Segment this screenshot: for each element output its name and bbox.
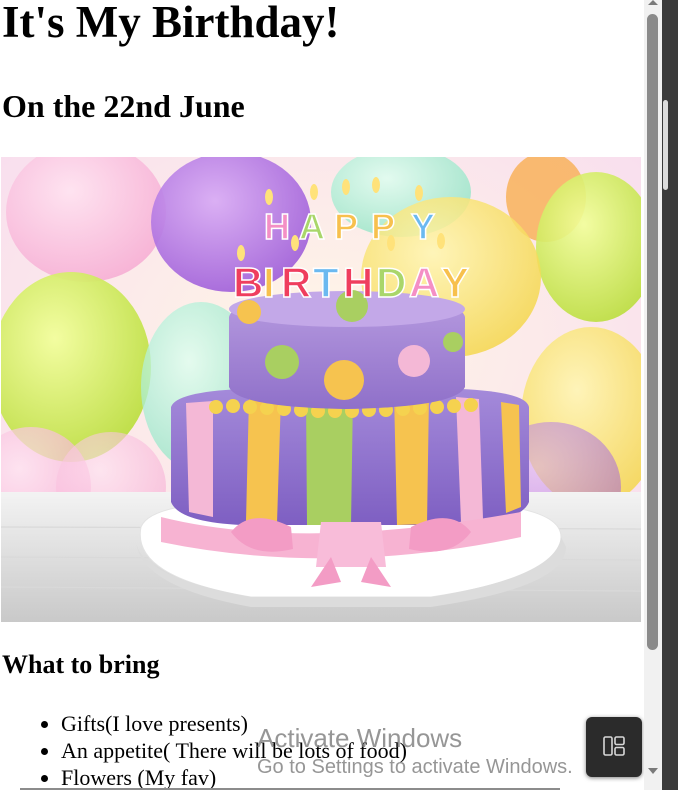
svg-text:H: H <box>343 259 373 306</box>
layout-panel-icon <box>603 736 625 756</box>
svg-text:T: T <box>313 259 339 306</box>
scroll-up-arrow-icon[interactable] <box>648 0 658 5</box>
svg-text:P: P <box>334 206 358 247</box>
bring-heading: What to bring <box>2 650 160 679</box>
svg-text:Y: Y <box>411 206 435 247</box>
svg-text:B: B <box>233 259 263 306</box>
list-item: Gifts(I love presents) <box>61 710 407 737</box>
list-item: Flowers (My fav) <box>61 764 407 790</box>
svg-text:R: R <box>281 259 311 306</box>
vertical-scrollbar[interactable] <box>644 0 662 790</box>
resize-handle[interactable] <box>663 100 668 190</box>
list-item: An appetite( There will be lots of food) <box>61 737 407 764</box>
scroll-down-arrow-icon[interactable] <box>648 768 658 774</box>
page-title: It's My Birthday! <box>2 0 340 47</box>
svg-text:Y: Y <box>441 259 469 306</box>
window-edge <box>662 0 678 790</box>
birthday-cake-photo: H A P P Y B I R T H D A Y <box>1 157 641 622</box>
svg-text:H: H <box>264 206 290 247</box>
date-heading: On the 22nd June <box>2 88 245 124</box>
svg-text:D: D <box>376 259 406 306</box>
svg-text:A: A <box>409 259 439 306</box>
bring-list: Gifts(I love presents) An appetite( Ther… <box>0 710 407 790</box>
page-content: It's My Birthday! On the 22nd June H A P… <box>0 0 644 790</box>
svg-text:A: A <box>299 206 325 247</box>
layout-panel-button[interactable] <box>586 717 642 777</box>
scrollbar-thumb[interactable] <box>647 14 658 650</box>
svg-text:I: I <box>263 259 275 306</box>
